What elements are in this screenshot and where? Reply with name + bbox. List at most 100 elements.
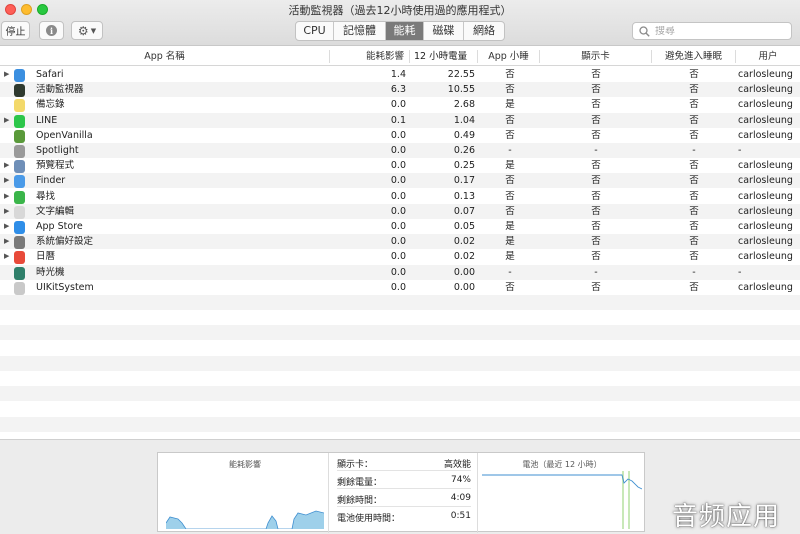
app-name-cell: 文字編輯 <box>36 205 75 217</box>
table-row[interactable]: ▶ App Store 0.0 0.05 是 否 否 carlosleung <box>0 219 800 234</box>
disclosure-triangle-icon[interactable]: ▶ <box>4 190 9 203</box>
notes-icon <box>14 99 25 113</box>
system-preferences-icon <box>14 236 25 250</box>
power-12h-cell: 0.13 <box>453 190 475 202</box>
energy-impact-chart <box>166 510 324 529</box>
user-cell: - <box>738 266 742 278</box>
time-on-battery-label: 電池使用時間： <box>337 514 401 524</box>
prevent-sleep-cell: 否 <box>689 84 699 96</box>
prevent-sleep-cell: 否 <box>689 190 699 202</box>
time-remaining-stat: 剩餘時間： 4:09 <box>337 491 471 507</box>
user-cell: carlosleung <box>738 129 793 141</box>
gpu-cell: 否 <box>591 84 601 96</box>
user-cell: carlosleung <box>738 99 793 111</box>
tab-network[interactable]: 網絡 <box>464 22 504 40</box>
gpu-stat: 顯示卡： 高效能 <box>337 455 471 471</box>
energy-impact-cell: 0.0 <box>390 190 406 202</box>
power-12h-cell: 0.49 <box>453 129 475 141</box>
user-cell: carlosleung <box>738 160 793 172</box>
disclosure-triangle-icon[interactable]: ▶ <box>4 220 9 233</box>
disclosure-triangle-icon[interactable]: ▶ <box>4 205 9 218</box>
column-header-12h-power[interactable]: 12 小時電量 ⌄ <box>410 50 478 74</box>
search-field[interactable] <box>632 22 792 40</box>
app-name-cell: Spotlight <box>36 145 79 156</box>
column-header-app-name[interactable]: App 名稱 <box>0 50 330 63</box>
energy-impact-cell: 0.0 <box>390 266 406 278</box>
empty-table-row <box>0 325 800 341</box>
app-nap-cell: 否 <box>505 205 515 217</box>
table-row[interactable]: ▶ 文字編輯 0.0 0.07 否 否 否 carlosleung <box>0 203 800 219</box>
app-nap-cell: 否 <box>505 281 515 293</box>
app-nap-cell: 否 <box>505 129 515 141</box>
disclosure-triangle-icon[interactable]: ▶ <box>4 235 9 248</box>
power-12h-cell: 10.55 <box>447 84 475 96</box>
column-header-energy-impact[interactable]: 能耗影響 <box>330 50 410 63</box>
disclosure-triangle-icon[interactable]: ▶ <box>4 114 9 127</box>
column-header-user[interactable]: 用户 <box>736 50 800 63</box>
table-row[interactable]: 時光機 0.0 0.00 - - - - <box>0 264 800 280</box>
table-row[interactable]: ▶ Finder 0.0 0.17 否 否 否 carlosleung <box>0 173 800 189</box>
actions-menu-button[interactable]: ⚙ ▼ <box>71 21 103 40</box>
table-row[interactable]: OpenVanilla 0.0 0.49 否 否 否 carlosleung <box>0 127 800 143</box>
spotlight-icon <box>14 145 25 158</box>
gpu-cell: 否 <box>591 175 601 187</box>
energy-impact-cell: 0.1 <box>390 114 406 126</box>
table-row[interactable]: ▶ Safari 1.4 22.55 否 否 否 carlosleung <box>0 67 800 82</box>
user-cell: carlosleung <box>738 190 793 202</box>
disclosure-triangle-icon[interactable]: ▶ <box>4 250 9 263</box>
watermark: 音频应用 <box>672 502 781 532</box>
empty-table-row <box>0 371 800 386</box>
toolbar: 活動監視器（過去12小時使用過的應用程式） 停止 i ⚙ ▼ CPU 記憶體 能耗磁… <box>0 0 800 46</box>
tab-memory[interactable]: 記憶體 <box>334 22 386 40</box>
table-row[interactable]: ▶ LINE 0.1 1.04 否 否 否 carlosleung <box>0 112 800 128</box>
inspect-button[interactable]: i <box>39 21 64 40</box>
energy-impact-cell: 0.0 <box>390 99 406 111</box>
app-name-cell: 預覽程式 <box>36 160 75 172</box>
table-row[interactable]: ▶ 預覽程式 0.0 0.25 是 否 否 carlosleung <box>0 158 800 174</box>
table-row[interactable]: UIKitSystem 0.0 0.00 否 否 否 carlosleung <box>0 279 800 295</box>
empty-table-row <box>0 295 800 310</box>
table-row[interactable]: ▶ 尋找 0.0 0.13 否 否 否 carlosleung <box>0 188 800 204</box>
user-cell: carlosleung <box>738 69 793 80</box>
prevent-sleep-cell: 否 <box>689 114 699 126</box>
column-header-app-nap[interactable]: App 小睡 <box>478 50 540 63</box>
battery-level-chart <box>482 471 642 529</box>
app-name-cell: 備忘錄 <box>36 99 65 111</box>
tab-energy[interactable]: 能耗 <box>386 22 424 40</box>
table-row[interactable]: 活動監視器 6.3 10.55 否 否 否 carlosleung <box>0 82 800 98</box>
column-header-prevent-sleep[interactable]: 避免進入睡眠 <box>652 50 736 63</box>
column-header-gpu[interactable]: 顯示卡 <box>540 50 652 63</box>
table-row[interactable]: ▶ 系統偏好設定 0.0 0.02 是 否 否 carlosleung <box>0 234 800 250</box>
power-12h-cell: 0.00 <box>453 266 475 278</box>
gpu-cell: 否 <box>591 129 601 141</box>
app-nap-cell: 是 <box>505 160 515 172</box>
empty-table-row <box>0 355 800 371</box>
chevron-down-icon: ▼ <box>90 26 97 35</box>
table-row[interactable]: Spotlight 0.0 0.26 - - - - <box>0 143 800 158</box>
disclosure-triangle-icon[interactable]: ▶ <box>4 68 9 81</box>
time-machine-icon <box>14 266 25 280</box>
disclosure-triangle-icon[interactable]: ▶ <box>4 159 9 172</box>
gpu-cell: 否 <box>591 114 601 126</box>
battery-graph: 電池（最近 12 小時） <box>482 459 642 529</box>
energy-impact-cell: 0.0 <box>390 160 406 172</box>
stop-process-button[interactable]: 停止 <box>1 21 30 40</box>
prevent-sleep-cell: 否 <box>689 99 699 111</box>
app-nap-cell: 否 <box>505 190 515 202</box>
prevent-sleep-cell: 否 <box>689 175 699 187</box>
tab-disk[interactable]: 磁碟 <box>424 22 464 40</box>
gpu-cell: 否 <box>591 281 601 293</box>
power-12h-cell: 2.68 <box>453 99 475 111</box>
energy-impact-cell: 0.0 <box>390 251 406 263</box>
tab-cpu[interactable]: CPU <box>296 22 334 40</box>
gpu-cell: 否 <box>591 205 601 217</box>
table-row[interactable]: ▶ 日曆 0.0 0.02 是 否 否 carlosleung <box>0 249 800 265</box>
power-12h-cell: 0.26 <box>453 145 475 156</box>
app-nap-cell: 否 <box>505 175 515 187</box>
power-12h-cell: 0.07 <box>453 205 475 217</box>
table-row[interactable]: 備忘錄 0.0 2.68 是 否 否 carlosleung <box>0 97 800 113</box>
prevent-sleep-cell: 否 <box>689 251 699 263</box>
disclosure-triangle-icon[interactable]: ▶ <box>4 174 9 187</box>
search-input[interactable] <box>655 25 775 37</box>
time-remaining-value: 4:09 <box>450 493 471 503</box>
